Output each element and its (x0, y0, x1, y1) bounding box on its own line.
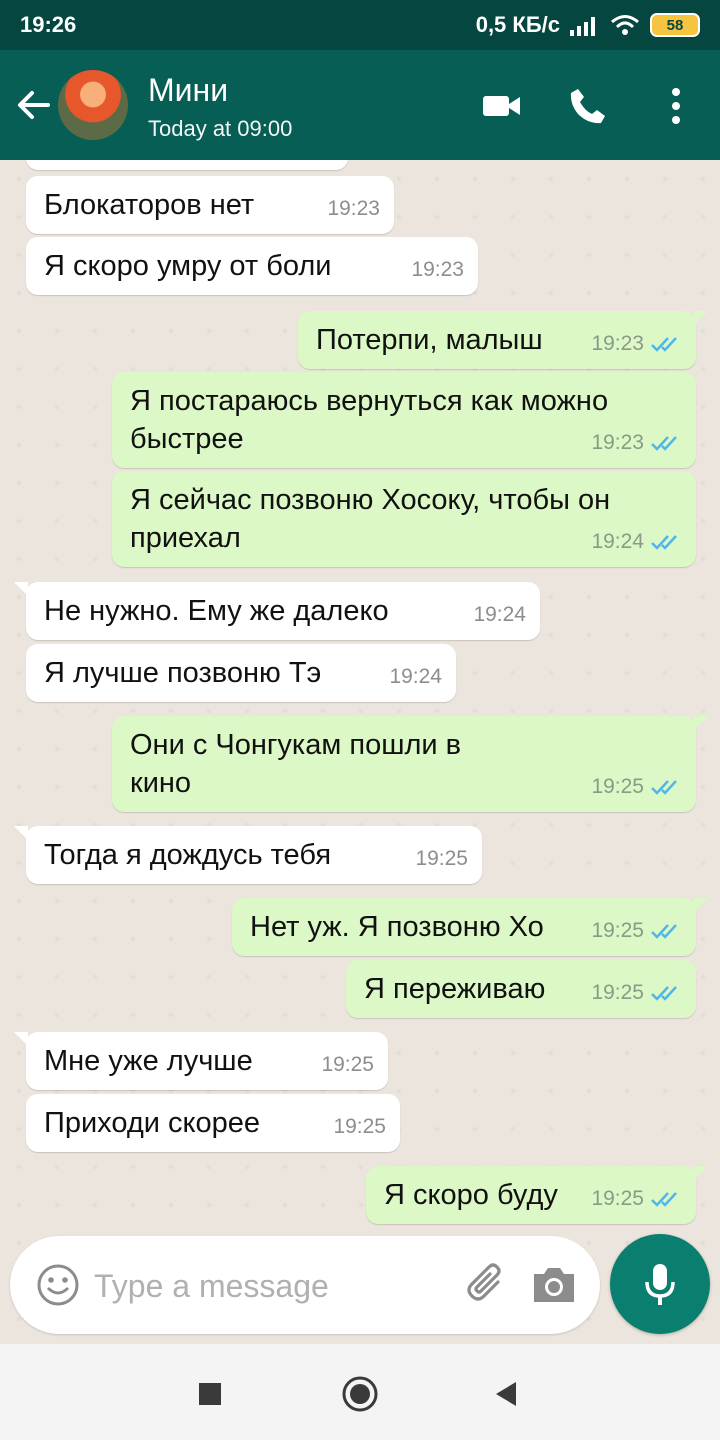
message-time: 19:25 (415, 847, 468, 870)
message-incoming[interactable]: Я лучше позвоню Тэ 19:24 (26, 644, 456, 702)
back-icon[interactable] (486, 1374, 526, 1414)
camera-icon[interactable] (530, 1262, 578, 1308)
recents-icon[interactable] (190, 1374, 230, 1414)
message-meta: 19:25 (333, 1108, 386, 1146)
home-icon[interactable] (340, 1374, 380, 1414)
message-time: 19:25 (591, 981, 644, 1004)
status-time: 19:26 (20, 12, 77, 37)
message-text: Тогда я дождусь тебя (44, 839, 332, 871)
message-time: 19:24 (473, 603, 526, 626)
message-meta: 19:25 (591, 768, 682, 806)
message-meta: 19:25 (321, 1046, 374, 1084)
message-meta: 19:25 (415, 840, 468, 878)
system-nav-bar (0, 1344, 720, 1440)
message-meta: 19:25 (591, 912, 682, 950)
message-text: Приходи скорее (44, 1107, 261, 1139)
message-meta: 19:23 (591, 325, 682, 363)
message-text: Я лучше позвоню Тэ (44, 657, 322, 689)
message-time: 19:23 (327, 197, 380, 220)
emoji-icon[interactable] (36, 1263, 80, 1307)
message-meta: 19:23 (411, 251, 464, 289)
message-meta: 19:23 (327, 190, 380, 228)
mic-button[interactable] (610, 1234, 710, 1334)
message-composer (10, 1236, 600, 1334)
back-arrow-icon[interactable] (14, 85, 54, 125)
read-tick-icon (651, 535, 677, 550)
message-incoming[interactable]: Не нужно. Ему же далеко 19:24 (14, 582, 540, 640)
message-outgoing[interactable]: Я постараюсь вернуться как можно быстрее… (112, 372, 696, 468)
message-bubble-partial (26, 160, 348, 170)
read-tick-icon (651, 924, 677, 939)
message-meta: 19:24 (389, 658, 442, 696)
read-tick-icon (651, 436, 677, 451)
message-time: 19:25 (321, 1053, 374, 1076)
message-outgoing[interactable]: Я скоро буду 19:25 (366, 1166, 708, 1224)
message-incoming[interactable]: Я скоро умру от боли 19:23 (26, 237, 478, 295)
message-incoming[interactable]: Мне уже лучше 19:25 (14, 1032, 388, 1090)
message-meta: 19:24 (473, 596, 526, 634)
message-time: 19:25 (591, 775, 644, 798)
network-speed: 0,5 КБ/с (475, 12, 560, 37)
message-meta: 19:25 (591, 974, 682, 1012)
message-time: 19:23 (591, 332, 644, 355)
phone-icon[interactable] (566, 84, 610, 128)
video-call-icon[interactable] (480, 84, 524, 128)
message-outgoing[interactable]: Потерпи, малыш 19:23 (298, 311, 708, 369)
message-time: 19:24 (389, 665, 442, 688)
message-time: 19:25 (591, 1187, 644, 1210)
message-text: Я скоро умру от боли (44, 250, 332, 282)
battery-indicator: 58 (650, 13, 700, 37)
message-meta: 19:23 (591, 424, 682, 462)
message-text: Блокаторов нет (44, 189, 255, 221)
message-outgoing[interactable]: Нет уж. Я позвоню Хо 19:25 (232, 898, 708, 956)
message-input[interactable] (92, 1260, 446, 1312)
status-bar: 19:26 0,5 КБ/с 58 (0, 0, 720, 50)
message-incoming[interactable]: Приходи скорее 19:25 (26, 1094, 400, 1152)
contact-status: Today at 09:00 (148, 116, 293, 141)
signal-icon (570, 17, 595, 36)
message-meta: 19:25 (591, 1180, 682, 1218)
message-incoming[interactable]: Блокаторов нет 19:23 (26, 176, 394, 234)
message-incoming[interactable]: Тогда я дождусь тебя 19:25 (14, 826, 482, 884)
message-time: 19:23 (411, 258, 464, 281)
mic-icon (645, 1264, 675, 1305)
more-vert-icon[interactable] (654, 84, 698, 128)
message-text: Они с Чонгукам пошли в кино (130, 729, 462, 799)
read-tick-icon (651, 780, 677, 795)
message-outgoing[interactable]: Они с Чонгукам пошли в кино 19:25 (112, 716, 708, 812)
message-text: Не нужно. Ему же далеко (44, 595, 389, 627)
wifi-icon (611, 15, 639, 35)
message-outgoing[interactable]: Я сейчас позвоню Хосоку, чтобы он приеха… (112, 471, 696, 567)
chat-header: Мини Today at 09:00 (0, 50, 720, 160)
message-time: 19:23 (591, 431, 644, 454)
message-time: 19:25 (591, 919, 644, 942)
attach-icon[interactable] (462, 1260, 512, 1310)
read-tick-icon (651, 986, 677, 1001)
contact-name[interactable]: Мини (148, 72, 228, 109)
status-indicators: 0,5 КБ/с 58 (476, 12, 700, 38)
message-list[interactable]: Блокаторов нет 19:23 Я скоро умру от бол… (0, 160, 720, 1340)
avatar[interactable] (58, 70, 128, 140)
message-outgoing[interactable]: Я переживаю 19:25 (346, 960, 696, 1018)
read-tick-icon (651, 1192, 677, 1207)
message-time: 19:24 (591, 530, 644, 553)
message-meta: 19:24 (591, 523, 682, 561)
message-time: 19:25 (333, 1115, 386, 1138)
read-tick-icon (651, 337, 677, 352)
